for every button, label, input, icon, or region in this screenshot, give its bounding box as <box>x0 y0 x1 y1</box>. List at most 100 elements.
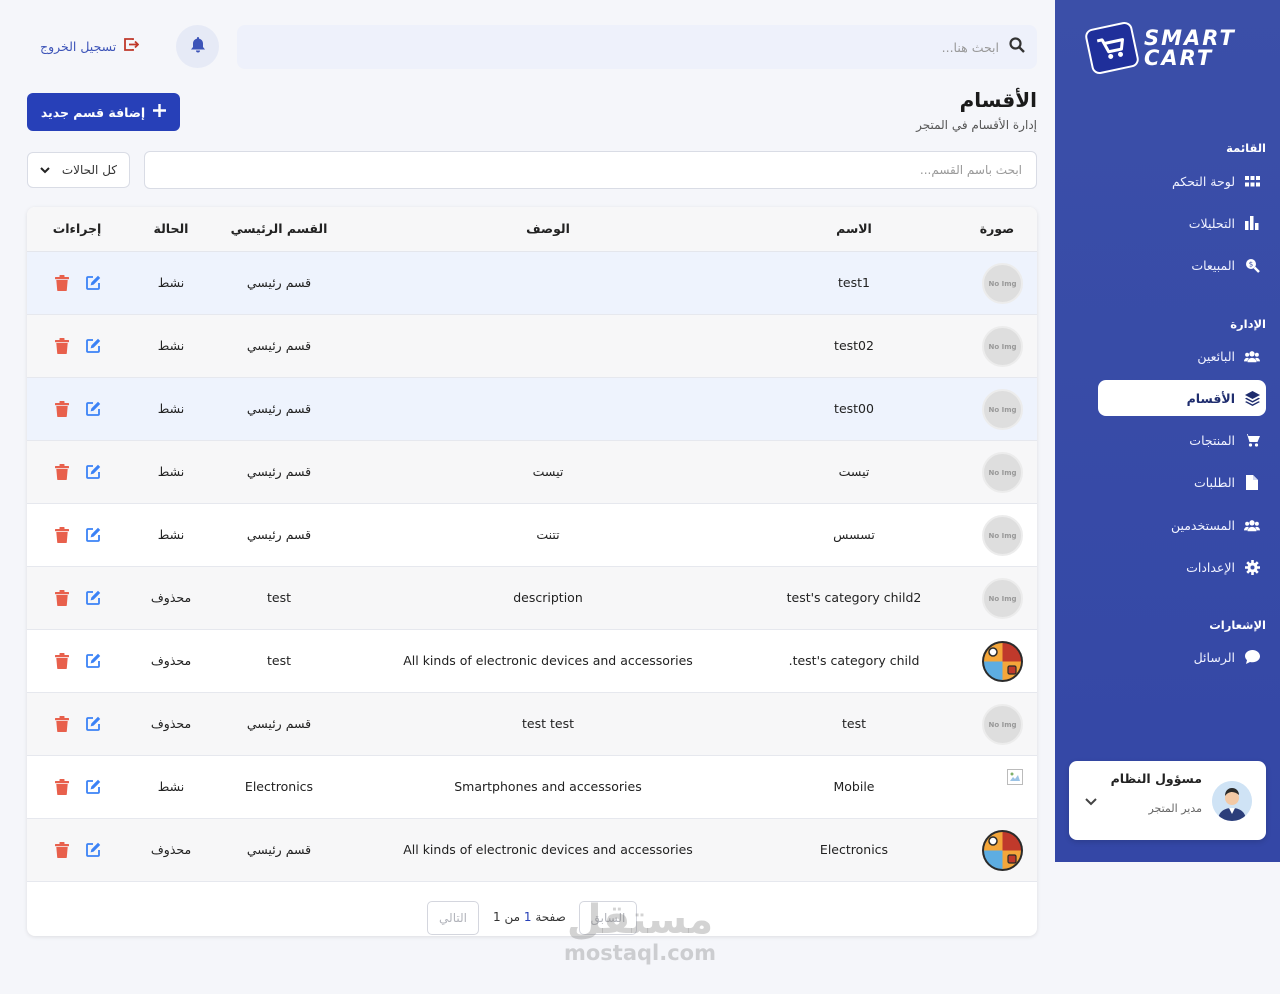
table-row[interactable]: No Img test1 قسم رئيسي نشط <box>27 252 1037 315</box>
delete-icon[interactable] <box>55 590 69 606</box>
no-image-placeholder: No Img <box>982 389 1023 430</box>
cell-status: محذوف <box>150 590 192 605</box>
chevron-down-icon[interactable] <box>1085 791 1097 810</box>
delete-icon[interactable] <box>55 401 69 417</box>
delete-icon[interactable] <box>55 779 69 795</box>
page-title: الأقسام <box>959 88 1037 112</box>
table-row[interactable]: Mobile Smartphones and accessories Electro… <box>27 756 1037 819</box>
category-search[interactable] <box>144 151 1037 189</box>
table-row[interactable]: No Img test test test قسم رئيسي محذوف <box>27 693 1037 756</box>
layers-icon <box>1244 390 1260 406</box>
sidebar-item-settings[interactable]: الإعدادات <box>1098 549 1266 585</box>
cell-name: تيست <box>838 464 870 479</box>
cell-name: test1 <box>838 275 870 290</box>
sidebar-item-sellers[interactable]: البائعين <box>1098 338 1266 374</box>
sidebar-item-label: التحليلات <box>1188 215 1235 231</box>
logo-line-2: CART <box>1144 46 1214 70</box>
edit-icon[interactable] <box>86 653 101 668</box>
logout-icon <box>124 38 140 54</box>
edit-icon[interactable] <box>86 527 101 542</box>
edit-icon[interactable] <box>86 275 101 290</box>
delete-icon[interactable] <box>55 338 69 354</box>
delete-icon[interactable] <box>55 275 69 291</box>
sidebar-item-messages[interactable]: الرسائل <box>1098 639 1266 675</box>
edit-icon[interactable] <box>86 338 101 353</box>
edit-icon[interactable] <box>86 716 101 731</box>
table-row[interactable]: No Img تسسس تتنت قسم رئيسي نشط <box>27 504 1037 567</box>
edit-icon[interactable] <box>86 779 101 794</box>
sidebar-item-sales[interactable]: $ المبيعات <box>1098 247 1266 283</box>
plus-icon <box>153 104 167 120</box>
cell-description: All kinds of electronic devices and acce… <box>403 842 693 857</box>
cell-parent: قسم رئيسي <box>246 842 312 857</box>
sidebar-item-label: المستخدمين <box>1170 517 1235 533</box>
watermark-url: mostaql.com <box>564 941 716 965</box>
sidebar-item-products[interactable]: المنتجات <box>1098 422 1266 458</box>
sidebar-item-label: الإعدادات <box>1186 559 1235 575</box>
logo-text: SMART CART <box>1144 28 1236 70</box>
bell-icon <box>190 36 205 57</box>
broken-image-icon <box>1007 769 1023 785</box>
logout-button[interactable]: تسجيل الخروج <box>40 38 140 54</box>
add-category-button[interactable]: إضافة قسم جديد <box>27 93 180 131</box>
notifications-button[interactable] <box>176 25 219 68</box>
cell-parent: test <box>266 653 292 668</box>
table-row[interactable]: No Img test00 قسم رئيسي نشط <box>27 378 1037 441</box>
edit-icon[interactable] <box>86 401 101 416</box>
global-search[interactable] <box>237 25 1037 69</box>
header-status: الحالة <box>153 221 189 236</box>
cell-status: نشط <box>157 275 185 290</box>
no-image-placeholder: No Img <box>982 263 1023 304</box>
cell-name: test's category child. <box>788 653 920 668</box>
sidebar-item-label: لوحة التحكم <box>1171 173 1235 189</box>
cell-name: Electronics <box>819 842 889 857</box>
cell-description: All kinds of electronic devices and acce… <box>403 653 693 668</box>
svg-text:$: $ <box>1248 260 1252 268</box>
chevron-down-icon <box>40 163 50 177</box>
edit-icon[interactable] <box>86 590 101 605</box>
delete-icon[interactable] <box>55 653 69 669</box>
no-image-placeholder: No Img <box>982 578 1023 619</box>
sidebar-item-categories[interactable]: الأقسام <box>1098 380 1266 416</box>
sidebar-item-analytics[interactable]: التحليلات <box>1098 205 1266 241</box>
table-row[interactable]: No Img test's category child2 description t… <box>27 567 1037 630</box>
cell-status: محذوف <box>150 842 192 857</box>
smart-cart-logo[interactable]: SMART CART <box>1083 20 1256 76</box>
page-subtitle: إدارة الأقسام في المتجر <box>916 118 1037 132</box>
cell-parent: قسم رئيسي <box>246 401 312 416</box>
sidebar-item-orders[interactable]: الطلبات <box>1098 464 1266 500</box>
cell-parent: قسم رئيسي <box>246 338 312 353</box>
cell-status: نشط <box>157 527 185 542</box>
cell-description: description <box>513 590 583 605</box>
status-filter-select[interactable]: كل الحالات <box>27 152 130 188</box>
edit-icon[interactable] <box>86 842 101 857</box>
category-search-input[interactable] <box>162 163 1022 177</box>
sidebar-item-label: البائعين <box>1197 348 1235 364</box>
delete-icon[interactable] <box>55 716 69 732</box>
global-search-input[interactable] <box>299 39 999 55</box>
table-row[interactable]: No Img تيست تيست قسم رئيسي نشط <box>27 441 1037 504</box>
section-management: الإدارة <box>1230 317 1266 331</box>
delete-icon[interactable] <box>55 464 69 480</box>
watermark-arabic: مستقل <box>566 897 714 943</box>
header-description: الوصف <box>526 221 570 236</box>
table-row[interactable]: Electronics All kinds of electronic devic… <box>27 819 1037 882</box>
page-info: صفحة 1 من 1 <box>493 910 566 924</box>
sidebar-item-label: المنتجات <box>1189 432 1235 448</box>
delete-icon[interactable] <box>55 527 69 543</box>
current-page: 1 <box>523 910 532 924</box>
edit-icon[interactable] <box>86 464 101 479</box>
cell-status: نشط <box>157 464 185 479</box>
user-profile-card[interactable]: مسؤول النظام مدير المتجر <box>1069 761 1266 840</box>
cell-parent: قسم رئيسي <box>246 275 312 290</box>
table-row[interactable]: test's category child. All kinds of elect… <box>27 630 1037 693</box>
bar-chart-icon <box>1244 215 1260 231</box>
next-page-button[interactable]: التالي <box>427 901 479 935</box>
sidebar-item-dashboard[interactable]: لوحة التحكم <box>1098 163 1266 199</box>
delete-icon[interactable] <box>55 842 69 858</box>
table-row[interactable]: No Img test02 قسم رئيسي نشط <box>27 315 1037 378</box>
watermark: مستقل mostaql.com <box>560 900 720 966</box>
sidebar-item-users[interactable]: المستخدمين <box>1098 507 1266 543</box>
cell-status: نشط <box>157 779 185 794</box>
cell-name: Mobile <box>833 779 875 794</box>
